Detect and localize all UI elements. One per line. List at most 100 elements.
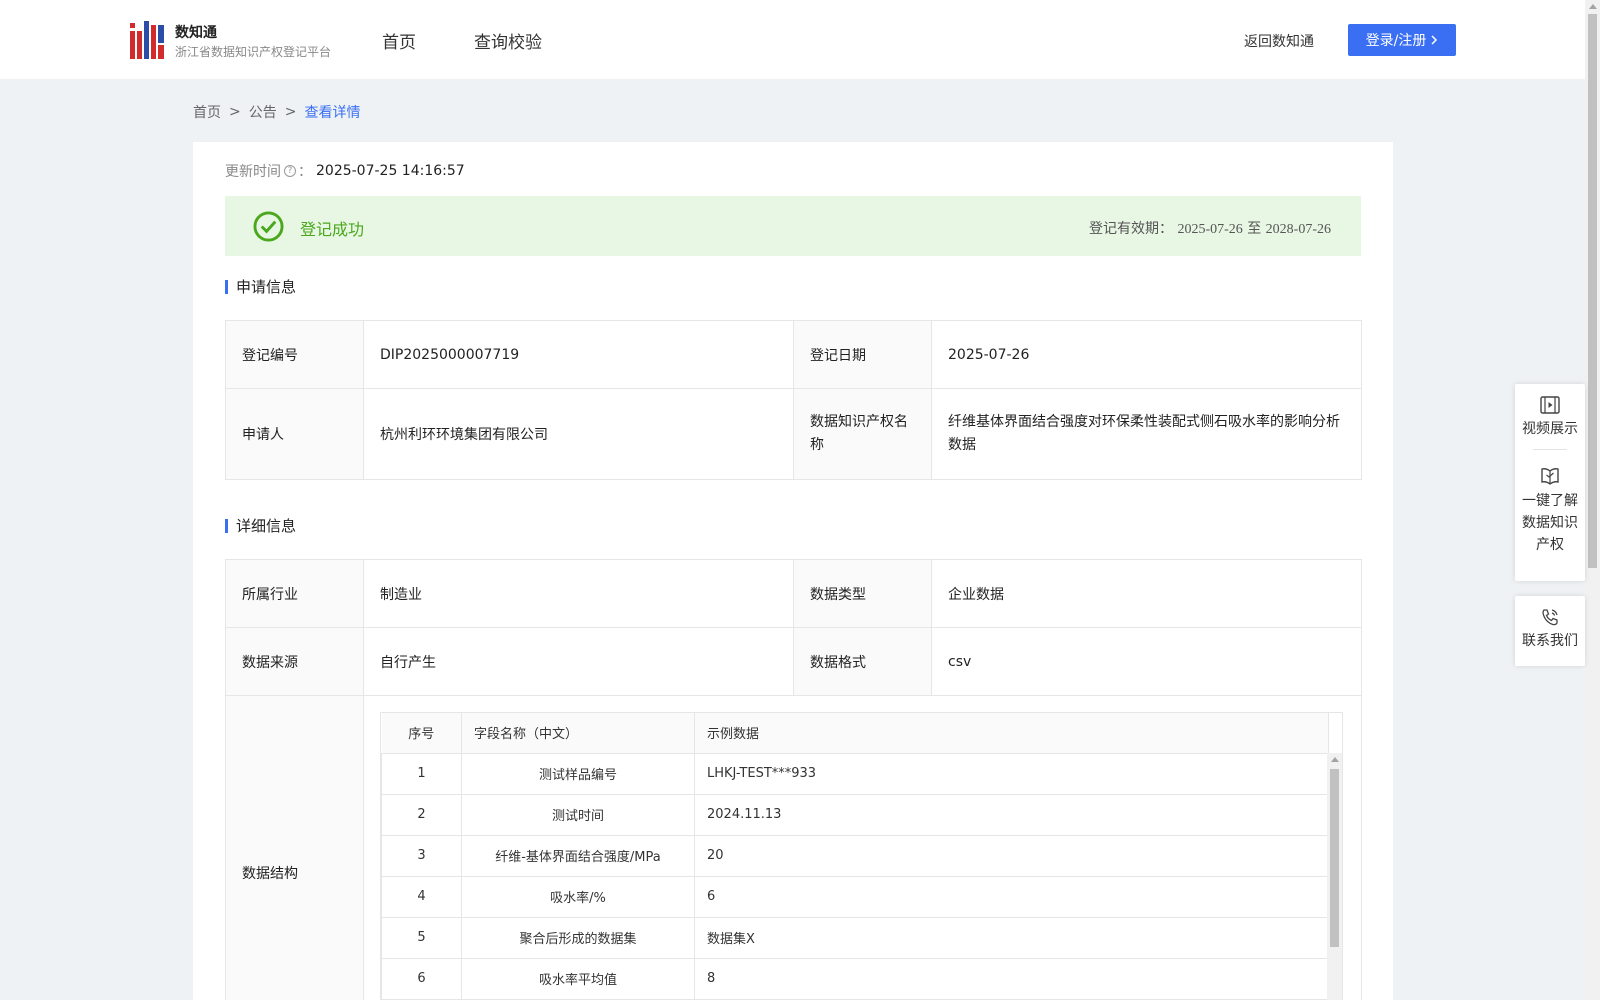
brand-subtitle: 浙江省数据知识产权登记平台 xyxy=(175,45,332,59)
reg-number-label: 登记编号 xyxy=(225,320,364,389)
chevron-right-icon xyxy=(1431,35,1438,45)
application-info-table: 登记编号 DIP2025000007719 登记日期 2025-07-26 申请… xyxy=(225,320,1362,480)
row-field-name: 吸水率平均值 xyxy=(461,957,695,1000)
validity-start: 2025-07-26 xyxy=(1177,222,1243,237)
login-register-button[interactable]: 登录/注册 xyxy=(1348,24,1456,56)
learn-line-2: 数据知识 xyxy=(1522,515,1578,531)
colon: ： xyxy=(298,164,312,180)
col-header-index: 序号 xyxy=(381,713,462,754)
nav-query-verify[interactable]: 查询校验 xyxy=(474,28,542,53)
learn-data-ip-button[interactable]: 一键了解 数据知识 产权 xyxy=(1515,450,1585,556)
scroll-up-arrow-icon[interactable] xyxy=(1331,757,1339,762)
page-scrollbar[interactable] xyxy=(1585,0,1600,1000)
table-row: 3 纤维-基体界面结合强度/MPa 20 xyxy=(381,834,1329,877)
table-row: 2 测试时间 2024.11.13 xyxy=(381,793,1329,836)
video-showcase-label: 视频展示 xyxy=(1522,421,1578,437)
row-sample-data: 数据集X xyxy=(694,916,1329,959)
row-index: 6 xyxy=(381,957,462,1000)
row-index: 2 xyxy=(381,793,462,836)
update-time-label: 更新时间 xyxy=(225,164,281,180)
learn-line-1: 一键了解 xyxy=(1522,493,1578,509)
page-scrollbar-thumb[interactable] xyxy=(1588,14,1597,568)
video-showcase-button[interactable]: 视频展示 xyxy=(1515,384,1585,440)
registration-status-banner: 登记成功 登记有效期： 2025-07-26 至 2028-07-26 xyxy=(225,196,1361,256)
nav-home[interactable]: 首页 xyxy=(382,28,416,53)
phone-icon xyxy=(1542,609,1558,626)
top-header: 数知通 浙江省数据知识产权登记平台 首页 查询校验 返回数知通 登录/注册 xyxy=(0,0,1585,79)
data-type-value: 企业数据 xyxy=(931,559,1362,628)
logo-icon xyxy=(130,21,164,59)
contact-us-label: 联系我们 xyxy=(1522,633,1578,649)
back-to-portal-link[interactable]: 返回数知通 xyxy=(1244,31,1314,51)
data-format-value: csv xyxy=(931,627,1362,696)
row-index: 3 xyxy=(381,834,462,877)
row-field-name: 吸水率/% xyxy=(461,875,695,918)
row-field-name: 测试样品编号 xyxy=(461,752,695,795)
data-source-value: 自行产生 xyxy=(363,627,794,696)
video-icon xyxy=(1540,396,1560,414)
reg-date-value: 2025-07-26 xyxy=(931,320,1362,389)
registration-status-text: 登记成功 xyxy=(300,220,365,239)
breadcrumb-home[interactable]: 首页 xyxy=(193,102,221,122)
reg-number-value: DIP2025000007719 xyxy=(363,320,794,389)
contact-us-button[interactable]: 联系我们 xyxy=(1515,596,1585,652)
table-row: 5 聚合后形成的数据集 数据集X xyxy=(381,916,1329,959)
applicant-value: 杭州利环环境集团有限公司 xyxy=(363,388,794,480)
data-structure-label: 数据结构 xyxy=(225,695,364,1000)
structure-table-scrollbar-thumb[interactable] xyxy=(1330,769,1339,947)
detail-card: 更新时间 ? ： 2025-07-25 14:16:57 登记成功 登记有效期：… xyxy=(193,142,1393,1000)
check-circle-icon xyxy=(253,211,284,242)
login-register-label: 登录/注册 xyxy=(1365,33,1427,49)
reg-date-label: 登记日期 xyxy=(793,320,932,389)
row-sample-data: 6 xyxy=(694,875,1329,918)
row-sample-data: 20 xyxy=(694,834,1329,877)
row-field-name: 聚合后形成的数据集 xyxy=(461,916,695,959)
breadcrumb-current: 查看详情 xyxy=(304,105,361,121)
structure-table-scrollbar[interactable] xyxy=(1327,753,1342,1000)
ip-name-value: 纤维基体界面结合强度对环保柔性装配式侧石吸水率的影响分析数据 xyxy=(931,388,1362,480)
row-index: 1 xyxy=(381,752,462,795)
row-sample-data: LHKJ-TEST***933 xyxy=(694,752,1329,795)
validity-period: 登记有效期： 2025-07-26 至 2028-07-26 xyxy=(1089,218,1331,238)
update-time-row: 更新时间 ? ： 2025-07-25 14:16:57 xyxy=(225,161,465,181)
data-structure-table-wrapper: 序号 字段名称（中文） 示例数据 1 测试样品编号 LHKJ-TEST***93… xyxy=(380,712,1343,1000)
ip-name-label: 数据知识产权名称 xyxy=(793,388,932,480)
applicant-label: 申请人 xyxy=(225,388,364,480)
industry-label: 所属行业 xyxy=(225,559,364,628)
floating-help-panel: 视频展示 一键了解 数据知识 产权 xyxy=(1515,384,1585,581)
scroll-up-arrow-icon[interactable] xyxy=(1589,4,1597,9)
validity-end: 2028-07-26 xyxy=(1265,222,1331,237)
section-title-details: 详细信息 xyxy=(225,519,296,534)
floating-contact-panel: 联系我们 xyxy=(1515,596,1585,666)
section-title-application: 申请信息 xyxy=(225,280,296,295)
row-sample-data: 2024.11.13 xyxy=(694,793,1329,836)
table-row: 1 测试样品编号 LHKJ-TEST***933 xyxy=(381,752,1329,795)
data-format-label: 数据格式 xyxy=(793,627,932,696)
detail-info-table: 所属行业 制造业 数据类型 企业数据 数据来源 自行产生 数据格式 csv 数据… xyxy=(225,559,1362,1000)
breadcrumb-separator: > xyxy=(284,104,297,120)
help-question-icon[interactable]: ? xyxy=(284,165,296,177)
industry-value: 制造业 xyxy=(363,559,794,628)
breadcrumb: 首页 > 公告 > 查看详情 xyxy=(193,102,360,122)
update-time-value: 2025-07-25 14:16:57 xyxy=(316,163,465,179)
data-source-label: 数据来源 xyxy=(225,627,364,696)
table-row: 6 吸水率平均值 8 xyxy=(381,957,1329,1000)
table-row: 4 吸水率/% 6 xyxy=(381,875,1329,918)
data-type-label: 数据类型 xyxy=(793,559,932,628)
col-header-sample-data: 示例数据 xyxy=(694,713,1329,754)
row-field-name: 测试时间 xyxy=(461,793,695,836)
row-index: 5 xyxy=(381,916,462,959)
data-structure-cell: 序号 字段名称（中文） 示例数据 1 测试样品编号 LHKJ-TEST***93… xyxy=(363,695,1362,1000)
book-icon xyxy=(1541,468,1559,485)
breadcrumb-announcement[interactable]: 公告 xyxy=(249,102,277,122)
brand-name: 数知通 xyxy=(175,25,217,41)
breadcrumb-separator: > xyxy=(229,104,241,120)
row-field-name: 纤维-基体界面结合强度/MPa xyxy=(461,834,695,877)
row-index: 4 xyxy=(381,875,462,918)
data-structure-table: 序号 字段名称（中文） 示例数据 1 测试样品编号 LHKJ-TEST***93… xyxy=(381,713,1329,1000)
col-header-field-name: 字段名称（中文） xyxy=(461,713,695,754)
validity-separator: 至 xyxy=(1247,221,1262,237)
validity-label: 登记有效期： xyxy=(1088,221,1173,237)
learn-line-3: 产权 xyxy=(1536,537,1564,553)
row-sample-data: 8 xyxy=(694,957,1329,1000)
